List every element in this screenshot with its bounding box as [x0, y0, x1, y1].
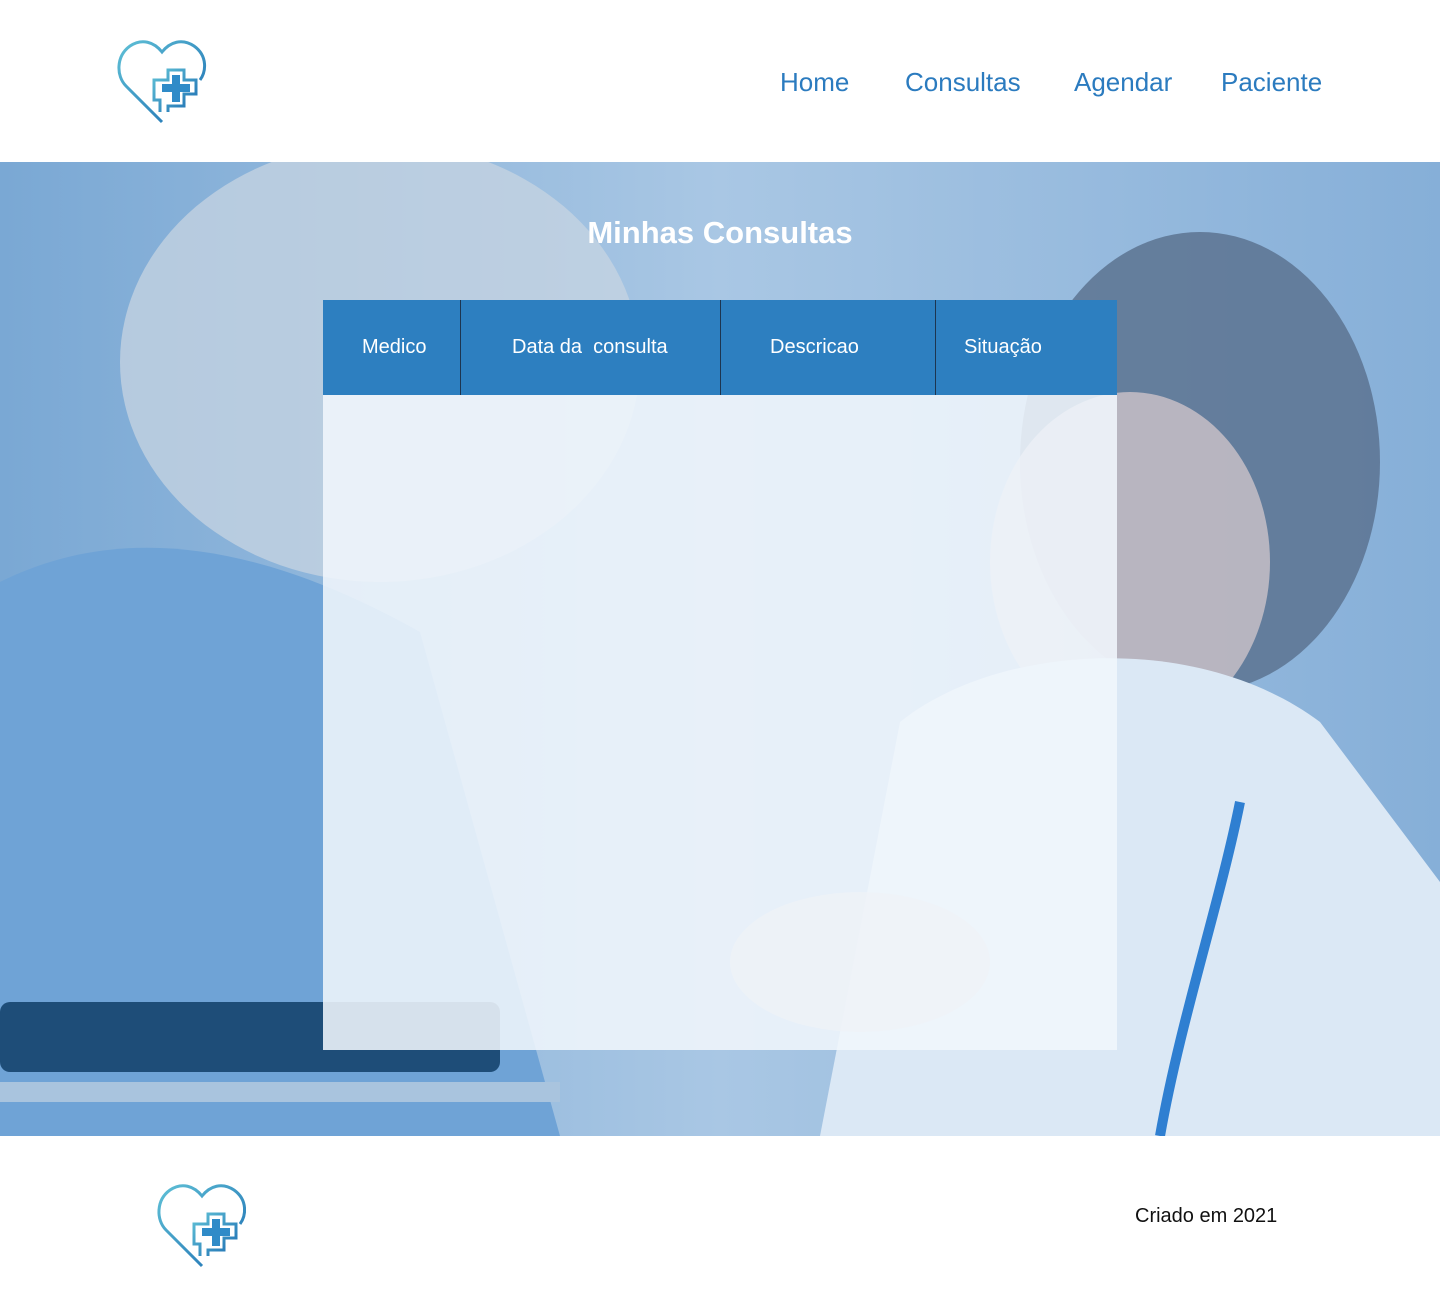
heart-medical-cross-icon: [154, 1178, 250, 1274]
table-header-row: Medico Data da consulta Descricao Situaç…: [323, 300, 1117, 395]
table-body: [323, 395, 1117, 1050]
main-nav: Home Consultas Agendar Paciente: [0, 62, 1440, 102]
site-footer: Criado em 2021: [0, 1136, 1440, 1298]
column-header-medico: Medico: [323, 300, 461, 395]
nav-consultas-link[interactable]: Consultas: [905, 62, 1021, 102]
nav-agendar-link[interactable]: Agendar: [1074, 62, 1172, 102]
column-header-data-consulta: Data da consulta: [461, 300, 721, 395]
nav-paciente-link[interactable]: Paciente: [1221, 62, 1322, 102]
column-header-descricao: Descricao: [721, 300, 936, 395]
hero-section: Minhas Consultas Medico Data da consulta…: [0, 162, 1440, 1136]
column-header-situacao: Situação: [964, 336, 1042, 358]
appointments-table: Medico Data da consulta Descricao Situaç…: [323, 300, 1117, 1050]
nav-home-link[interactable]: Home: [780, 62, 849, 102]
site-header: Home Consultas Agendar Paciente: [0, 0, 1440, 162]
page-title: Minhas Consultas: [587, 215, 853, 250]
footer-credit-text: Criado em 2021: [1135, 1205, 1278, 1227]
